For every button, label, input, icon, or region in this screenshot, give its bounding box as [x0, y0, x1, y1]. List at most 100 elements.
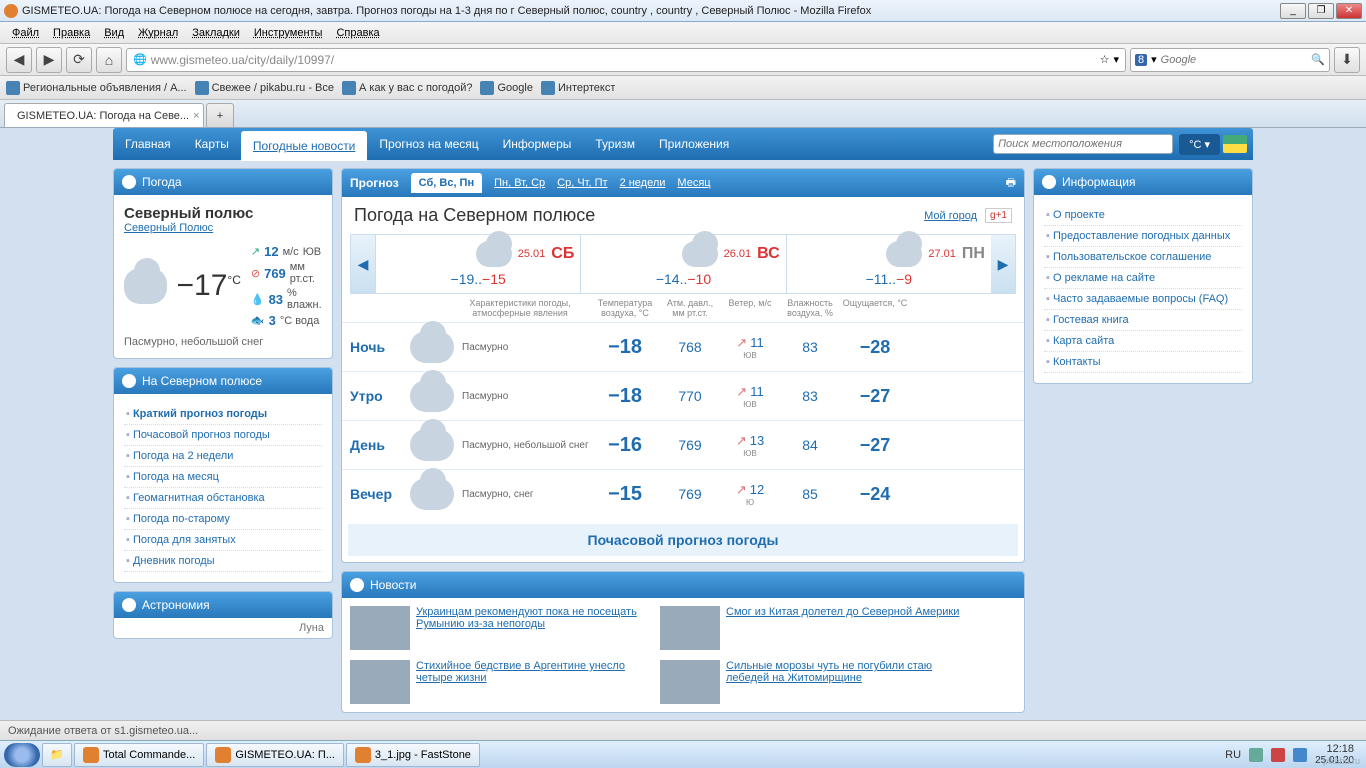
forecast-tab[interactable]: Пн, Вт, Ср	[494, 177, 545, 189]
tray-icon[interactable]	[1271, 748, 1285, 762]
sidebar-link[interactable]: Погода для занятых	[133, 534, 236, 546]
info-link[interactable]: О рекламе на сайте	[1053, 272, 1155, 284]
dropdown-icon[interactable]: ▾	[1113, 53, 1119, 66]
news-item[interactable]: Стихийное бедствие в Аргентине унесло че…	[350, 660, 650, 704]
info-link[interactable]: Часто задаваемые вопросы (FAQ)	[1053, 293, 1228, 305]
menu-item[interactable]: Правка	[47, 25, 96, 41]
forecast-tab[interactable]: Ср, Чт, Пт	[557, 177, 607, 189]
unit-toggle[interactable]: °C ▾	[1179, 134, 1220, 155]
url-input[interactable]	[151, 53, 1096, 67]
forecast-day[interactable]: 27.01ПН−11..−9	[786, 235, 991, 293]
home-button[interactable]: ⌂	[96, 47, 122, 73]
bookmark-item[interactable]: А как у вас с погодой?	[342, 81, 472, 95]
forecast-row: НочьПасмурно−1876811ЮВ83−28	[342, 322, 1024, 371]
taskbar-explorer[interactable]: 📁	[42, 743, 72, 767]
print-icon[interactable]: 🖶	[1006, 174, 1016, 193]
location-input[interactable]	[993, 134, 1173, 154]
sidebar-link[interactable]: Погода на 2 недели	[133, 450, 233, 462]
sidebar-link[interactable]: Дневник погоды	[133, 555, 215, 567]
tab-close-icon[interactable]: ×	[193, 110, 199, 122]
nav-item[interactable]: Главная	[113, 129, 183, 159]
news-item[interactable]: Смог из Китая долетел до Северной Америк…	[660, 606, 960, 650]
nav-item[interactable]: Прогноз на месяц	[367, 129, 490, 159]
info-link[interactable]: О проекте	[1053, 209, 1105, 221]
astronomy-panel: Астрономия Луна	[113, 591, 333, 639]
nav-item[interactable]: Погодные новости	[241, 131, 368, 161]
forecast-tab[interactable]: Сб, Вс, Пн	[411, 173, 482, 193]
sidebar-link[interactable]: Геомагнитная обстановка	[133, 492, 265, 504]
close-button[interactable]: ✕	[1336, 3, 1362, 19]
new-tab-button[interactable]: +	[206, 103, 234, 127]
browser-tab[interactable]: GISMETEO.UA: Погода на Севе... ×	[4, 103, 204, 127]
panel-header: Информация	[1034, 169, 1252, 195]
info-link[interactable]: Предоставление погодных данных	[1053, 230, 1230, 242]
info-link[interactable]: Гостевая книга	[1053, 314, 1129, 326]
start-button[interactable]	[4, 743, 40, 767]
column-header: Атм. давл., мм рт.ст.	[660, 298, 720, 318]
url-bar[interactable]: 🌐 ☆ ▾	[126, 48, 1126, 72]
news-item[interactable]: Сильные морозы чуть не погубили стаю леб…	[660, 660, 960, 704]
bookmark-item[interactable]: Google	[480, 81, 532, 95]
menu-item[interactable]: Файл	[6, 25, 45, 41]
info-link[interactable]: Пользовательское соглашение	[1053, 251, 1211, 263]
prev-day-button[interactable]: ◀	[351, 235, 375, 293]
menu-item[interactable]: Закладки	[186, 25, 246, 41]
tray-lang[interactable]: RU	[1225, 749, 1241, 761]
taskbar-button[interactable]: Total Commande...	[74, 743, 204, 767]
hourly-forecast-link[interactable]: Почасовой прогноз погоды	[348, 524, 1018, 556]
nav-item[interactable]: Туризм	[583, 129, 647, 159]
panel-header: Новости	[342, 572, 1024, 598]
search-box[interactable]: 8 ▾ 🔍	[1130, 48, 1330, 72]
sidebar-link[interactable]: Почасовой прогноз погоды	[133, 429, 270, 441]
gplus-button[interactable]: g+1	[985, 208, 1012, 223]
downloads-button[interactable]: ⬇	[1334, 47, 1360, 73]
dropdown-icon[interactable]: ▾	[1151, 53, 1157, 66]
maximize-button[interactable]: ❐	[1308, 3, 1334, 19]
menu-item[interactable]: Инструменты	[248, 25, 329, 41]
watermark: pikabu.ru	[1323, 756, 1360, 766]
search-icon[interactable]: 🔍	[1311, 53, 1325, 66]
info-panel: Информация О проекте Предоставление погод…	[1033, 168, 1253, 384]
info-link[interactable]: Карта сайта	[1053, 335, 1114, 347]
news-thumb	[660, 606, 720, 650]
info-link[interactable]: Контакты	[1053, 356, 1101, 368]
menu-item[interactable]: Вид	[98, 25, 130, 41]
forward-button[interactable]: ▶	[36, 47, 62, 73]
bookmark-item[interactable]: Интертекст	[541, 81, 615, 95]
news-item[interactable]: Украинцам рекомендуют пока не посещать Р…	[350, 606, 650, 650]
forecast-tab[interactable]: Месяц	[677, 177, 710, 189]
nav-item[interactable]: Карты	[183, 129, 241, 159]
tray-icon[interactable]	[1293, 748, 1307, 762]
back-button[interactable]: ◀	[6, 47, 32, 73]
reload-button[interactable]: ⟳	[66, 47, 92, 73]
taskbar-button[interactable]: 3_1.jpg - FastStone	[346, 743, 480, 767]
flag-icon[interactable]	[1223, 135, 1247, 153]
sidebar-link[interactable]: Краткий прогноз погоды	[133, 408, 267, 420]
taskbar-button[interactable]: GISMETEO.UA: П...	[206, 743, 344, 767]
sidebar-link[interactable]: Погода на месяц	[133, 471, 219, 483]
city-name: Северный полюс	[124, 205, 322, 222]
my-city-link[interactable]: Мой город	[924, 210, 977, 222]
bookmark-star-icon[interactable]: ☆	[1100, 53, 1110, 66]
tray-icon[interactable]	[1249, 748, 1263, 762]
minimize-button[interactable]: _	[1280, 3, 1306, 19]
city-link[interactable]: Северный Полюс	[124, 222, 213, 234]
location-search[interactable]	[993, 134, 1173, 154]
next-day-button[interactable]: ▶	[991, 235, 1015, 293]
moon-label: Луна	[114, 618, 332, 638]
forecast-tab[interactable]: 2 недели	[620, 177, 666, 189]
tray-time[interactable]: 12:18	[1315, 743, 1354, 755]
search-input[interactable]	[1161, 54, 1308, 66]
forecast-day[interactable]: 26.01ВС−14..−10	[580, 235, 785, 293]
sidebar-link[interactable]: Погода по-старому	[133, 513, 230, 525]
column-header: Температура воздуха, °C	[590, 298, 660, 318]
nav-item[interactable]: Приложения	[647, 129, 741, 159]
bookmark-item[interactable]: Свежее / pikabu.ru - Все	[195, 81, 334, 95]
condition-text: Пасмурно, небольшой снег	[124, 336, 322, 348]
nav-item[interactable]: Информеры	[491, 129, 584, 159]
menu-item[interactable]: Журнал	[132, 25, 184, 41]
bookmark-item[interactable]: Региональные объявления / А...	[6, 81, 187, 95]
menu-item[interactable]: Справка	[330, 25, 385, 41]
forecast-day[interactable]: 25.01СБ−19..−15	[375, 235, 580, 293]
search-engine-icon[interactable]: 8	[1135, 54, 1147, 66]
